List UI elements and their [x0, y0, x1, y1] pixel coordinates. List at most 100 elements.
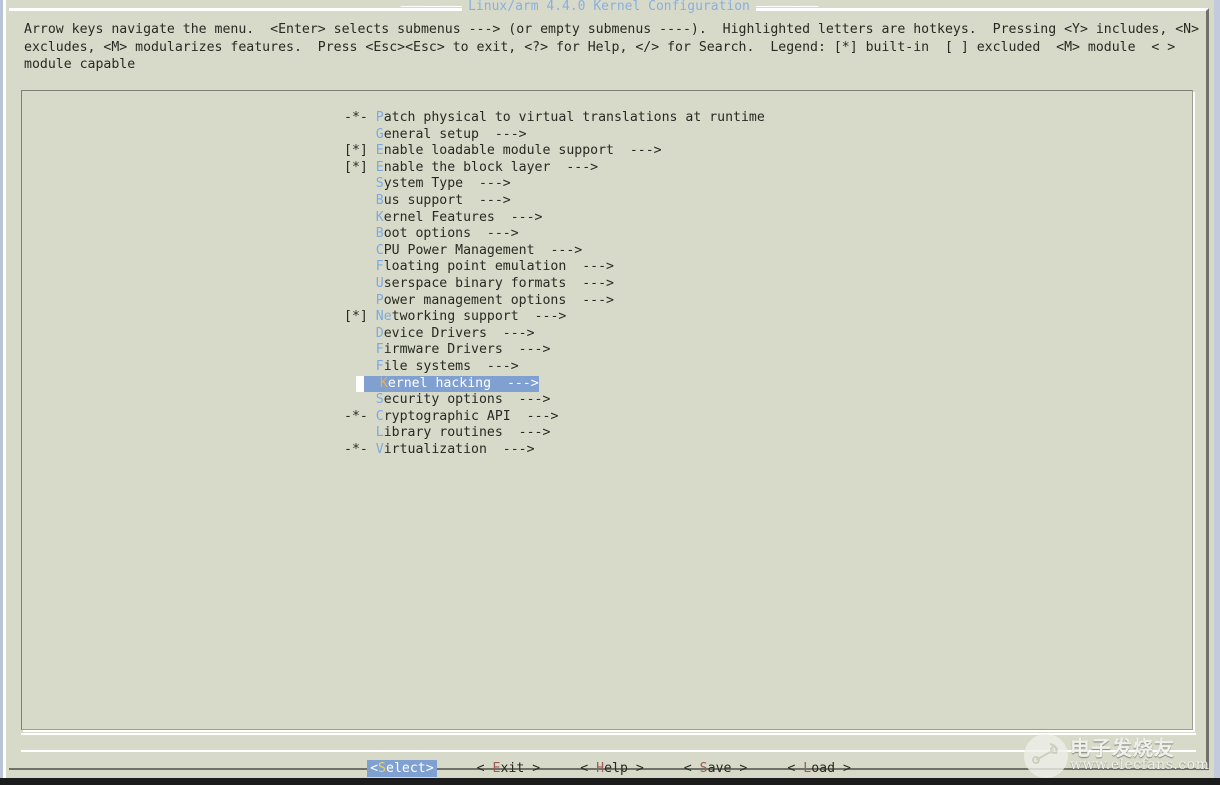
menu-item-file-systems[interactable]: File systems ---> — [22, 359, 1192, 376]
menu-item-device-drivers[interactable]: Device Drivers ---> — [22, 326, 1192, 343]
menu-item-flag[interactable] — [344, 425, 376, 442]
help-text: Arrow keys navigate the menu. <Enter> se… — [24, 21, 1204, 74]
menu-item-enable-the-block-layer[interactable]: [*] Enable the block layer ---> — [22, 160, 1192, 177]
menu-item-flag[interactable] — [344, 193, 376, 210]
menu-item-label: ibrary routines — [384, 425, 503, 440]
menu-item-label: ecurity options — [384, 392, 503, 407]
menu-item-security-options[interactable]: Security options ---> — [22, 392, 1192, 409]
menu-item-flag[interactable]: -*- — [344, 110, 376, 127]
menu-item-hotkey: P — [376, 110, 384, 125]
button-hotkey: S — [378, 761, 386, 776]
submenu-arrow-icon: ---> — [519, 309, 567, 324]
submenu-arrow-icon: ---> — [511, 409, 559, 424]
menu-item-flag[interactable] — [344, 326, 376, 343]
menu-item-enable-loadable-module-support[interactable]: [*] Enable loadable module support ---> — [22, 143, 1192, 160]
menu-list[interactable]: -*- Patch physical to virtual translatio… — [22, 110, 1192, 458]
button-bar[interactable]: <Select>< Exit >< Help >< Save >< Load > — [9, 751, 1209, 785]
help-button[interactable]: < Help > — [580, 760, 644, 777]
menu-item-flag — [364, 376, 380, 391]
menu-item-hotkey: E — [376, 160, 384, 175]
menu-item-label: ernel hacking — [388, 376, 491, 391]
save-button[interactable]: < Save > — [684, 760, 748, 777]
menu-item-boot-options[interactable]: Boot options ---> — [22, 226, 1192, 243]
menu-item-hotkey: F — [376, 259, 384, 274]
menu-item-hotkey: B — [376, 193, 384, 208]
submenu-arrow-icon: ---> — [566, 293, 614, 308]
menu-item-kernel-features[interactable]: Kernel Features ---> — [22, 210, 1192, 227]
menu-item-flag[interactable] — [344, 210, 376, 227]
menu-item-flag[interactable] — [344, 293, 376, 310]
menu-item-flag[interactable] — [344, 243, 376, 260]
menu-item-label: nable loadable module support — [384, 143, 614, 158]
menu-item-flag[interactable]: -*- — [344, 409, 376, 426]
menu-item-system-type[interactable]: System Type ---> — [22, 176, 1192, 193]
button-bracket-right: > — [731, 761, 747, 776]
menu-item-kernel-hacking[interactable]: Kernel hacking ---> — [22, 376, 1192, 393]
submenu-arrow-icon: ---> — [550, 160, 598, 175]
button-bracket-left: < — [477, 761, 493, 776]
button-label: xit — [501, 761, 525, 776]
menu-item-hotkey: C — [376, 409, 384, 424]
menu-item-flag[interactable] — [344, 392, 376, 409]
menu-item-hotkey: Ne — [376, 309, 392, 324]
menu-item-patch-physical-to-virtual-translations-at-runtime[interactable]: -*- Patch physical to virtual translatio… — [22, 110, 1192, 127]
menu-item-flag[interactable]: -*- — [344, 442, 376, 459]
button-label: oad — [811, 761, 835, 776]
menu-item-bus-support[interactable]: Bus support ---> — [22, 193, 1192, 210]
menu-item-userspace-binary-formats[interactable]: Userspace binary formats ---> — [22, 276, 1192, 293]
select-button[interactable]: <Select> — [367, 760, 437, 777]
menu-item-label: irmware Drivers — [384, 342, 503, 357]
menu-item-flag[interactable] — [344, 259, 376, 276]
title-rule-right: ————————— — [756, 0, 817, 14]
menu-item-flag[interactable]: [*] — [344, 160, 376, 177]
menu-item-flag[interactable] — [344, 127, 376, 144]
menu-item-flag[interactable]: [*] — [344, 143, 376, 160]
menu-item-general-setup[interactable]: General setup ---> — [22, 127, 1192, 144]
menu-item-label: eneral setup — [384, 127, 479, 142]
menu-item-hotkey: K — [376, 210, 384, 225]
load-button[interactable]: < Load > — [787, 760, 851, 777]
cursor-block — [356, 376, 364, 393]
menu-item-flag[interactable] — [344, 359, 376, 376]
submenu-arrow-icon: ---> — [614, 143, 662, 158]
menu-item-flag[interactable] — [344, 342, 376, 359]
menu-item-flag[interactable] — [344, 276, 376, 293]
menu-item-virtualization[interactable]: -*- Virtualization ---> — [22, 442, 1192, 459]
title-rule-left: ————————— — [401, 0, 462, 14]
menu-item-hotkey: P — [376, 293, 384, 308]
button-bracket-right: > — [835, 761, 851, 776]
submenu-arrow-icon: ---> — [503, 392, 551, 407]
menu-item-networking-support[interactable]: [*] Networking support ---> — [22, 309, 1192, 326]
submenu-arrow-icon: ---> — [471, 359, 519, 374]
menu-item-label: irtualization — [384, 442, 487, 457]
help-line-2: excludes, <M> modularizes features. Pres… — [24, 40, 1175, 55]
menu-item-power-management-options[interactable]: Power management options ---> — [22, 293, 1192, 310]
menu-item-cryptographic-api[interactable]: -*- Cryptographic API ---> — [22, 409, 1192, 426]
menu-item-flag[interactable] — [344, 226, 376, 243]
menu-item-firmware-drivers[interactable]: Firmware Drivers ---> — [22, 342, 1192, 359]
menu-item-hotkey: S — [376, 392, 384, 407]
menu-item-library-routines[interactable]: Library routines ---> — [22, 425, 1192, 442]
submenu-arrow-icon: ---> — [487, 326, 535, 341]
button-bracket-left: < — [684, 761, 700, 776]
menu-item-label: oot options — [384, 226, 471, 241]
menu-item-hotkey: F — [376, 342, 384, 357]
help-line-1: Arrow keys navigate the menu. <Enter> se… — [24, 22, 1199, 37]
button-label: ave — [708, 761, 732, 776]
menu-item-label: ernel Features — [384, 210, 495, 225]
menuconfig-dialog: —————————Linux/arm 4.4.0 Kernel Configur… — [9, 8, 1209, 770]
menu-item-cpu-power-management[interactable]: CPU Power Management ---> — [22, 243, 1192, 260]
menu-item-flag[interactable]: [*] — [344, 309, 376, 326]
selected-row-highlight[interactable]: Kernel hacking ---> — [356, 376, 539, 393]
button-bracket-left: < — [787, 761, 803, 776]
button-separator-top — [21, 733, 1196, 735]
menu-item-label: serspace binary formats — [384, 276, 567, 291]
menu-item-label: nable the block layer — [384, 160, 551, 175]
button-bracket-right: > — [426, 761, 434, 776]
menu-item-floating-point-emulation[interactable]: Floating point emulation ---> — [22, 259, 1192, 276]
menu-item-flag[interactable] — [344, 176, 376, 193]
button-bracket-left: < — [370, 761, 378, 776]
window-title-bar: —————————Linux/arm 4.4.0 Kernel Configur… — [9, 0, 1209, 14]
menu-box: -*- Patch physical to virtual translatio… — [21, 90, 1193, 730]
exit-button[interactable]: < Exit > — [477, 760, 541, 777]
